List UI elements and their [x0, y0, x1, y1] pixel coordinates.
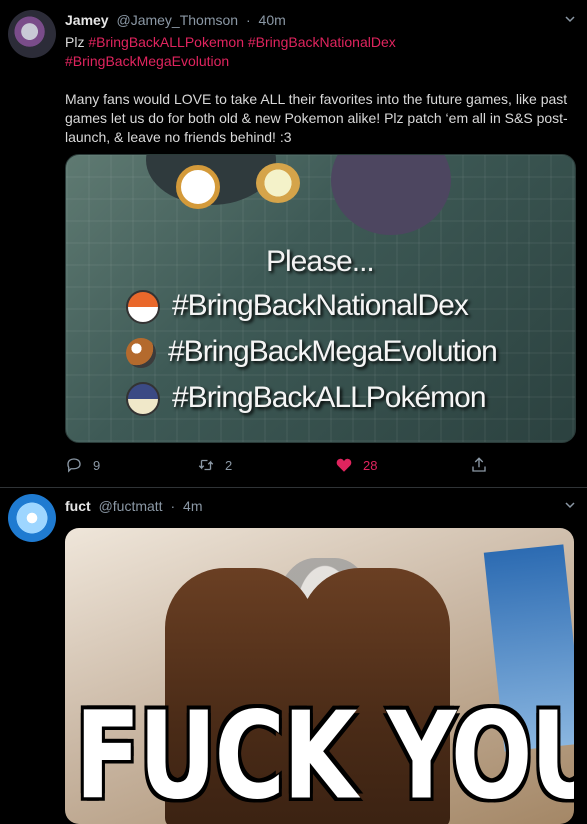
- reply-icon: [67, 458, 81, 473]
- reply-count: 9: [93, 457, 101, 473]
- mega-stone-icon: [126, 338, 156, 369]
- share-icon: [472, 457, 486, 472]
- tweet-header: fuct @fuctmatt · 4m: [65, 498, 202, 514]
- image-hashtag-line: #BringBackMegaEvolution: [126, 335, 498, 369]
- separator: ·: [170, 498, 176, 514]
- pokeball-icon: [126, 382, 160, 417]
- handle[interactable]: @fuctmatt: [99, 498, 163, 514]
- retweet-icon: [198, 459, 214, 471]
- image-hashtag-text: #BringBackALLPokémon: [172, 381, 487, 414]
- reply-button[interactable]: 9: [65, 456, 100, 474]
- heart-icon: [336, 458, 352, 472]
- chevron-down-icon[interactable]: [565, 500, 575, 510]
- image-hashtag-text: #BringBackMegaEvolution: [168, 335, 498, 368]
- tweet-image[interactable]: FUCK YOU: [65, 528, 574, 824]
- like-count: 28: [363, 457, 378, 473]
- meme-caption: FUCK YOU: [75, 686, 574, 824]
- display-name[interactable]: fuct: [65, 498, 91, 514]
- tweet-actions: 9 2 28: [65, 456, 495, 476]
- like-button[interactable]: 28: [335, 456, 377, 474]
- share-button[interactable]: [470, 456, 488, 474]
- image-hashtag-line: #BringBackALLPokémon: [126, 381, 487, 417]
- avatar[interactable]: [8, 494, 56, 542]
- retweet-button[interactable]: 2: [197, 456, 232, 474]
- timestamp[interactable]: 4m: [183, 498, 202, 514]
- tweet[interactable]: [0, 0, 587, 334]
- retweet-count: 2: [225, 457, 233, 473]
